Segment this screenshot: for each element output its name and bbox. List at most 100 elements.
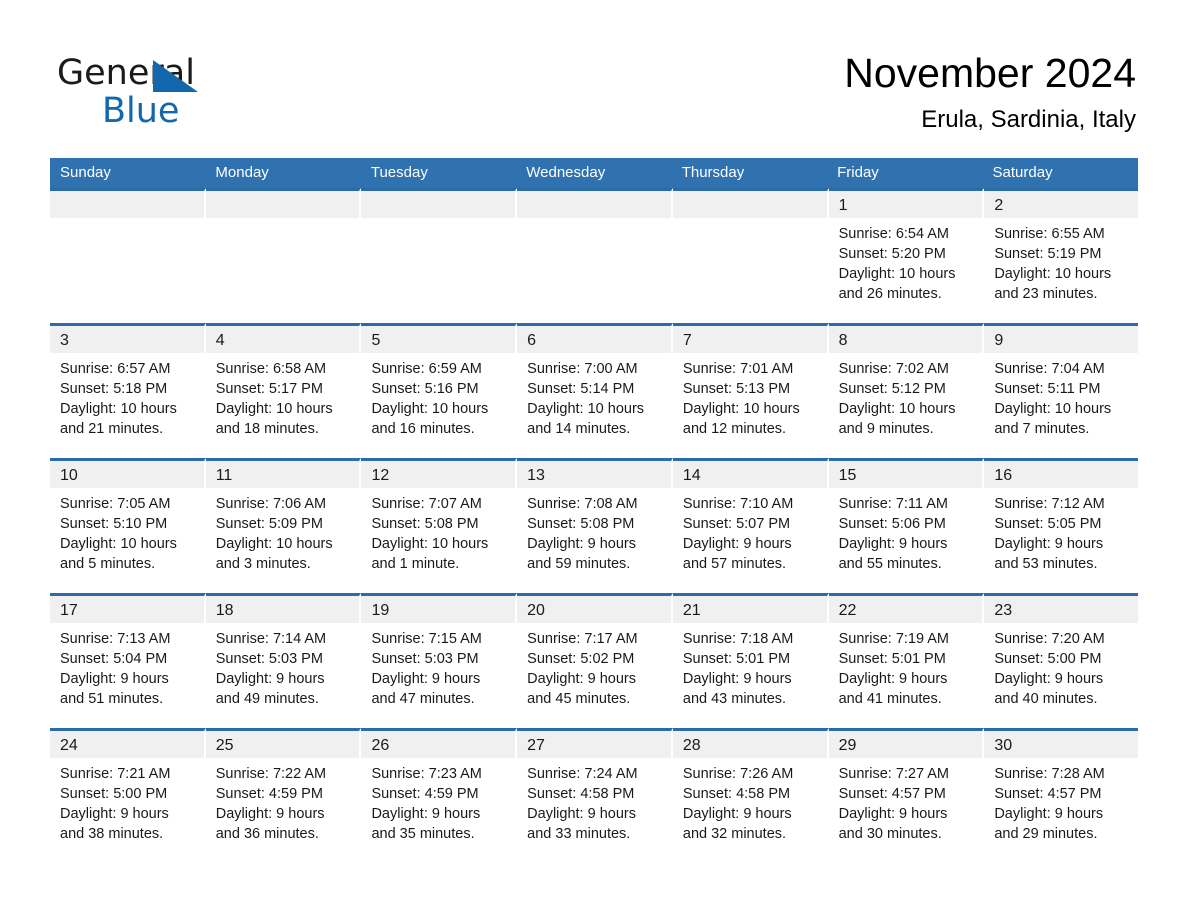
day-number <box>205 191 360 218</box>
calendar-day-cell-15[interactable]: 15 Sunrise: 7:11 AM Sunset: 5:06 PM Dayl… <box>828 458 985 593</box>
day-number: 6 <box>517 326 671 353</box>
sunrise-text: Sunrise: 7:22 AM <box>215 766 327 782</box>
calendar-day-cell-4[interactable]: 4 Sunrise: 6:58 AM Sunset: 5:17 PM Dayli… <box>205 323 362 458</box>
daylight-text-line2: and 57 minutes. <box>682 556 787 572</box>
day-details: Sunrise: 7:12 AM Sunset: 5:05 PM Dayligh… <box>984 488 1138 574</box>
calendar-day-cell-1[interactable]: 1 Sunrise: 6:54 AM Sunset: 5:20 PM Dayli… <box>828 188 985 323</box>
calendar-day-cell-17[interactable]: 17 Sunrise: 7:13 AM Sunset: 5:04 PM Dayl… <box>50 593 206 728</box>
calendar-day-cell-16[interactable]: 16 Sunrise: 7:12 AM Sunset: 5:05 PM Dayl… <box>984 458 1139 593</box>
daylight-text-line2: and 23 minutes. <box>994 286 1098 302</box>
daylight-text-line2: and 55 minutes. <box>838 556 942 572</box>
sunrise-text: Sunrise: 7:08 AM <box>527 496 638 512</box>
calendar-day-cell-empty <box>361 188 518 323</box>
calendar-day-cell-3[interactable]: 3 Sunrise: 6:57 AM Sunset: 5:18 PM Dayli… <box>50 323 206 458</box>
daylight-text-line2: and 49 minutes. <box>215 691 319 707</box>
calendar-day-cell-2[interactable]: 2 Sunrise: 6:55 AM Sunset: 5:19 PM Dayli… <box>984 188 1139 323</box>
calendar-day-cell-8[interactable]: 8 Sunrise: 7:02 AM Sunset: 5:12 PM Dayli… <box>828 323 985 458</box>
day-details: Sunrise: 7:08 AM Sunset: 5:08 PM Dayligh… <box>517 488 671 574</box>
calendar-day-cell-24[interactable]: 24 Sunrise: 7:21 AM Sunset: 5:00 PM Dayl… <box>50 728 206 863</box>
calendar-day-cell-20[interactable]: 20 Sunrise: 7:17 AM Sunset: 5:02 PM Dayl… <box>517 593 673 728</box>
daylight-text-line1: Daylight: 9 hours <box>838 806 948 822</box>
daylight-text-line1: Daylight: 9 hours <box>682 671 792 687</box>
sunrise-text: Sunrise: 7:27 AM <box>838 766 950 782</box>
day-number: 20 <box>517 596 671 623</box>
daylight-text-line1: Daylight: 9 hours <box>994 806 1104 822</box>
sunrise-text: Sunrise: 7:17 AM <box>527 631 638 647</box>
day-number: 21 <box>672 596 827 623</box>
daylight-text-line1: Daylight: 9 hours <box>60 806 169 822</box>
sunrise-text: Sunrise: 6:57 AM <box>60 361 171 377</box>
calendar-day-cell-18[interactable]: 18 Sunrise: 7:14 AM Sunset: 5:03 PM Dayl… <box>205 593 362 728</box>
calendar-day-cell-30[interactable]: 30 Sunrise: 7:28 AM Sunset: 4:57 PM Dayl… <box>984 728 1139 863</box>
calendar-day-cell-9[interactable]: 9 Sunrise: 7:04 AM Sunset: 5:11 PM Dayli… <box>984 323 1139 458</box>
calendar-day-cell-5[interactable]: 5 Sunrise: 6:59 AM Sunset: 5:16 PM Dayli… <box>361 323 518 458</box>
calendar-day-cell-12[interactable]: 12 Sunrise: 7:07 AM Sunset: 5:08 PM Dayl… <box>361 458 518 593</box>
day-details <box>361 218 515 224</box>
sunset-text: Sunset: 5:17 PM <box>215 381 323 397</box>
day-number: 15 <box>828 461 983 488</box>
day-details: Sunrise: 7:06 AM Sunset: 5:09 PM Dayligh… <box>206 488 360 574</box>
calendar-day-cell-14[interactable]: 14 Sunrise: 7:10 AM Sunset: 5:07 PM Dayl… <box>672 458 829 593</box>
daylight-text-line2: and 38 minutes. <box>60 826 164 842</box>
sunset-text: Sunset: 4:57 PM <box>838 786 946 802</box>
sunrise-text: Sunrise: 7:21 AM <box>60 766 171 782</box>
calendar-day-cell-13[interactable]: 13 Sunrise: 7:08 AM Sunset: 5:08 PM Dayl… <box>517 458 673 593</box>
calendar-day-cell-7[interactable]: 7 Sunrise: 7:01 AM Sunset: 5:13 PM Dayli… <box>672 323 829 458</box>
day-number: 19 <box>361 596 516 623</box>
day-number: 14 <box>672 461 827 488</box>
sunrise-text: Sunrise: 6:54 AM <box>838 226 950 242</box>
calendar-day-cell-29[interactable]: 29 Sunrise: 7:27 AM Sunset: 4:57 PM Dayl… <box>828 728 985 863</box>
daylight-text-line1: Daylight: 9 hours <box>371 806 481 822</box>
daylight-text-line2: and 18 minutes. <box>215 421 319 437</box>
daylight-text-line2: and 43 minutes. <box>682 691 787 707</box>
weekday-header-thursday: Thursday <box>681 164 745 181</box>
sunrise-text: Sunrise: 7:01 AM <box>682 361 794 377</box>
calendar-day-cell-23[interactable]: 23 Sunrise: 7:20 AM Sunset: 5:00 PM Dayl… <box>984 593 1139 728</box>
logo-word-blue: Blue <box>102 91 180 131</box>
triangle-icon <box>153 60 198 92</box>
daylight-text-line1: Daylight: 9 hours <box>682 806 792 822</box>
calendar-week-row: 17 Sunrise: 7:13 AM Sunset: 5:04 PM Dayl… <box>50 593 1139 728</box>
sunrise-text: Sunrise: 7:05 AM <box>60 496 171 512</box>
calendar-day-cell-11[interactable]: 11 Sunrise: 7:06 AM Sunset: 5:09 PM Dayl… <box>205 458 362 593</box>
calendar-day-cell-27[interactable]: 27 Sunrise: 7:24 AM Sunset: 4:58 PM Dayl… <box>517 728 673 863</box>
day-number <box>50 191 204 218</box>
day-number: 11 <box>205 461 360 488</box>
calendar-day-cell-22[interactable]: 22 Sunrise: 7:19 AM Sunset: 5:01 PM Dayl… <box>828 593 985 728</box>
sunrise-text: Sunrise: 7:04 AM <box>994 361 1105 377</box>
sunset-text: Sunset: 5:09 PM <box>215 516 323 532</box>
daylight-text-line1: Daylight: 10 hours <box>371 536 489 552</box>
daylight-text-line2: and 41 minutes. <box>838 691 942 707</box>
day-details: Sunrise: 7:10 AM Sunset: 5:07 PM Dayligh… <box>673 488 827 574</box>
day-details <box>206 218 360 224</box>
day-number: 26 <box>361 731 516 758</box>
sunset-text: Sunset: 5:03 PM <box>371 651 479 667</box>
calendar-week-row: 1 Sunrise: 6:54 AM Sunset: 5:20 PM Dayli… <box>50 188 1139 323</box>
day-number <box>517 191 671 218</box>
daylight-text-line1: Daylight: 9 hours <box>60 671 169 687</box>
daylight-text-line1: Daylight: 9 hours <box>371 671 481 687</box>
day-details: Sunrise: 7:01 AM Sunset: 5:13 PM Dayligh… <box>673 353 827 439</box>
day-number: 18 <box>205 596 360 623</box>
daylight-text-line1: Daylight: 9 hours <box>994 536 1104 552</box>
calendar-day-cell-10[interactable]: 10 Sunrise: 7:05 AM Sunset: 5:10 PM Dayl… <box>50 458 206 593</box>
day-number <box>672 191 827 218</box>
daylight-text-line1: Daylight: 10 hours <box>371 401 489 417</box>
calendar-day-cell-21[interactable]: 21 Sunrise: 7:18 AM Sunset: 5:01 PM Dayl… <box>672 593 829 728</box>
day-number: 27 <box>517 731 671 758</box>
day-details: Sunrise: 7:17 AM Sunset: 5:02 PM Dayligh… <box>517 623 671 709</box>
calendar-day-cell-19[interactable]: 19 Sunrise: 7:15 AM Sunset: 5:03 PM Dayl… <box>361 593 518 728</box>
day-number: 5 <box>361 326 516 353</box>
calendar-day-cell-25[interactable]: 25 Sunrise: 7:22 AM Sunset: 4:59 PM Dayl… <box>205 728 362 863</box>
daylight-text-line2: and 59 minutes. <box>527 556 631 572</box>
calendar-day-cell-26[interactable]: 26 Sunrise: 7:23 AM Sunset: 4:59 PM Dayl… <box>361 728 518 863</box>
general-blue-logo[interactable]: General Blue <box>57 52 317 131</box>
calendar-day-cell-6[interactable]: 6 Sunrise: 7:00 AM Sunset: 5:14 PM Dayli… <box>517 323 673 458</box>
sunrise-text: Sunrise: 7:14 AM <box>215 631 327 647</box>
day-number: 25 <box>205 731 360 758</box>
day-details <box>517 218 671 224</box>
daylight-text-line1: Daylight: 9 hours <box>838 671 948 687</box>
calendar-day-cell-28[interactable]: 28 Sunrise: 7:26 AM Sunset: 4:58 PM Dayl… <box>672 728 829 863</box>
sunset-text: Sunset: 5:06 PM <box>838 516 946 532</box>
daylight-text-line1: Daylight: 10 hours <box>60 401 177 417</box>
